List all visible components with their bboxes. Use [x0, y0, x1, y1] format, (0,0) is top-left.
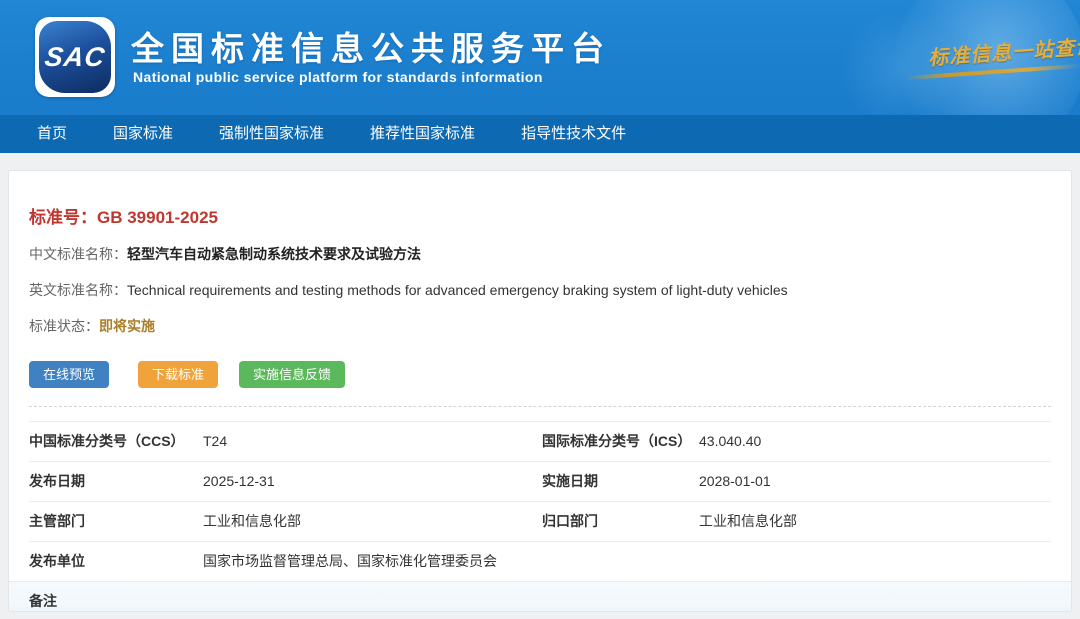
ics-label: 国际标准分类号（ICS） [542, 433, 699, 450]
publish-date-label: 发布日期 [29, 473, 203, 490]
centralized-dept-label: 归口部门 [542, 513, 699, 530]
nav-item-home[interactable]: 首页 [14, 115, 90, 153]
site-subtitle: National public service platform for sta… [133, 69, 543, 85]
centralized-dept-value: 工业和信息化部 [699, 513, 1051, 530]
sac-logo-shape: SAC [39, 21, 111, 93]
ics-value: 43.040.40 [699, 433, 1051, 450]
standard-number-value: GB 39901-2025 [97, 208, 218, 227]
competent-dept-value: 工业和信息化部 [203, 513, 542, 530]
page-body: 标准号：GB 39901-2025 中文标准名称：轻型汽车自动紧急制动系统技术要… [0, 153, 1080, 619]
nav-item-national-standards[interactable]: 国家标准 [90, 115, 196, 153]
en-name-row: 英文标准名称：Technical requirements and testin… [29, 280, 1051, 300]
remarks-value [203, 593, 1051, 610]
download-standard-button[interactable]: 下载标准 [138, 361, 218, 388]
table-row: 中国标准分类号（CCS） T24 国际标准分类号（ICS） 43.040.40 [29, 421, 1051, 461]
nav-item-mandatory-standards[interactable]: 强制性国家标准 [196, 115, 347, 153]
implement-date-value: 2028-01-01 [699, 473, 1051, 490]
sac-logo-text: SAC [43, 42, 107, 73]
nav-item-guiding-documents[interactable]: 指导性技术文件 [498, 115, 649, 153]
standard-number-label: 标准号： [29, 208, 97, 227]
table-row-remarks: 备注 [9, 581, 1071, 612]
publish-date-value: 2025-12-31 [203, 473, 542, 490]
cn-name-value: 轻型汽车自动紧急制动系统技术要求及试验方法 [127, 246, 421, 262]
remarks-label: 备注 [29, 593, 203, 610]
cn-name-row: 中文标准名称：轻型汽车自动紧急制动系统技术要求及试验方法 [29, 244, 1051, 264]
site-title: 全国标准信息公共服务平台 [131, 22, 611, 70]
dashed-divider [29, 406, 1051, 407]
ccs-value: T24 [203, 433, 542, 450]
site-header: SAC 全国标准信息公共服务平台 National public service… [0, 0, 1080, 115]
standard-number-heading: 标准号：GB 39901-2025 [29, 203, 1051, 228]
main-nav: 首页 国家标准 强制性国家标准 推荐性国家标准 指导性技术文件 [0, 115, 1080, 153]
implementation-feedback-button[interactable]: 实施信息反馈 [239, 361, 345, 388]
status-label: 标准状态： [29, 318, 99, 334]
standard-detail-card: 标准号：GB 39901-2025 中文标准名称：轻型汽车自动紧急制动系统技术要… [8, 170, 1072, 612]
ccs-label: 中国标准分类号（CCS） [29, 433, 203, 450]
standard-attributes-table: 中国标准分类号（CCS） T24 国际标准分类号（ICS） 43.040.40 … [29, 421, 1051, 612]
table-row: 发布单位 国家市场监督管理总局、国家标准化管理委员会 [29, 541, 1051, 581]
implement-date-label: 实施日期 [542, 473, 699, 490]
en-name-value: Technical requirements and testing metho… [127, 282, 788, 298]
publish-org-label: 发布单位 [29, 553, 203, 570]
status-row: 标准状态：即将实施 [29, 316, 1051, 336]
online-preview-button[interactable]: 在线预览 [29, 361, 109, 388]
sac-logo[interactable]: SAC [35, 17, 115, 97]
table-row: 发布日期 2025-12-31 实施日期 2028-01-01 [29, 461, 1051, 501]
en-name-label: 英文标准名称： [29, 282, 127, 298]
action-buttons: 在线预览 下载标准 实施信息反馈 [29, 361, 1051, 388]
competent-dept-label: 主管部门 [29, 513, 203, 530]
nav-item-recommended-standards[interactable]: 推荐性国家标准 [347, 115, 498, 153]
table-row: 主管部门 工业和信息化部 归口部门 工业和信息化部 [29, 501, 1051, 541]
cn-name-label: 中文标准名称： [29, 246, 127, 262]
publish-org-value: 国家市场监督管理总局、国家标准化管理委员会 [203, 553, 1051, 570]
status-badge: 即将实施 [99, 318, 155, 334]
